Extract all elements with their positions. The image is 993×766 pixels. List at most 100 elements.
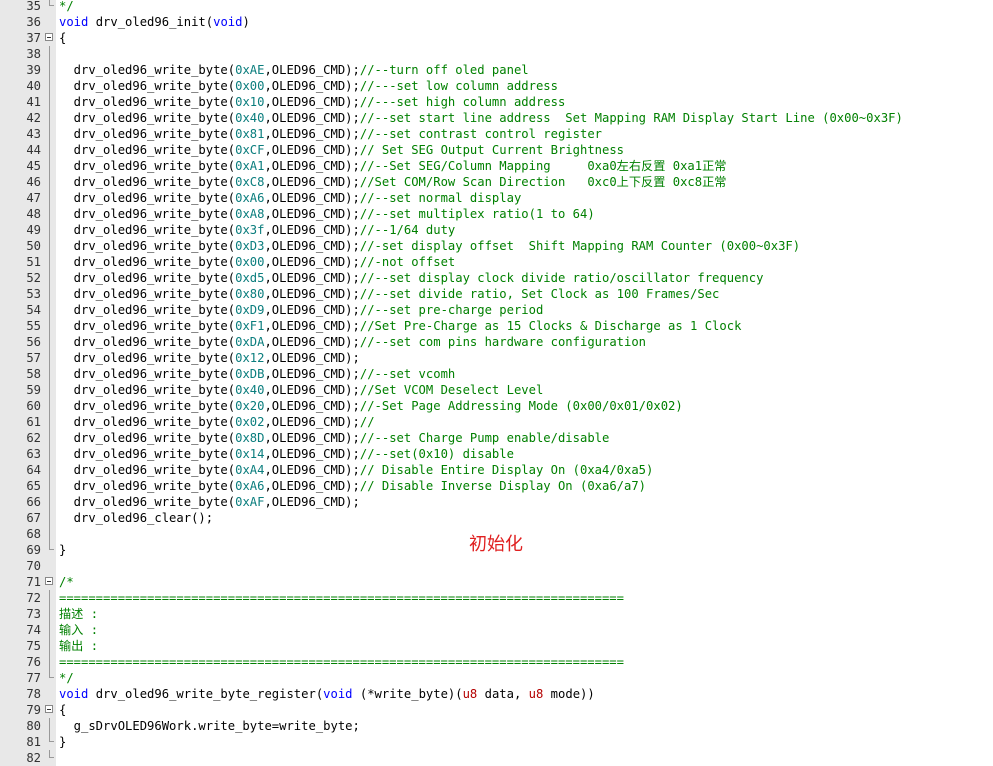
code-text[interactable]: drv_oled96_write_byte(0x00,OLED96_CMD);/… bbox=[59, 254, 456, 270]
code-line[interactable]: 58 drv_oled96_write_byte(0xDB,OLED96_CMD… bbox=[0, 366, 993, 382]
code-line[interactable]: 67 drv_oled96_clear(); bbox=[0, 510, 993, 526]
code-line[interactable]: 82 bbox=[0, 750, 993, 766]
code-line[interactable]: 81} bbox=[0, 734, 993, 750]
code-text[interactable]: drv_oled96_write_byte(0xA6,OLED96_CMD);/… bbox=[59, 190, 522, 206]
code-text[interactable]: void drv_oled96_write_byte_register(void… bbox=[59, 686, 595, 702]
code-text[interactable]: 输入 : bbox=[59, 622, 98, 638]
code-text[interactable]: drv_oled96_write_byte(0x20,OLED96_CMD);/… bbox=[59, 398, 683, 414]
code-line[interactable]: 40 drv_oled96_write_byte(0x00,OLED96_CMD… bbox=[0, 78, 993, 94]
code-line[interactable]: 36 void drv_oled96_init(void) bbox=[0, 14, 993, 30]
code-text[interactable]: drv_oled96_write_byte(0xA6,OLED96_CMD);/… bbox=[59, 478, 646, 494]
code-line[interactable]: 80 g_sDrvOLED96Work.write_byte=write_byt… bbox=[0, 718, 993, 734]
code-line[interactable]: 76 ======================================… bbox=[0, 654, 993, 670]
code-text[interactable]: /* bbox=[59, 574, 74, 590]
code-line[interactable]: 46 drv_oled96_write_byte(0xC8,OLED96_CMD… bbox=[0, 174, 993, 190]
code-text[interactable]: drv_oled96_write_byte(0x8D,OLED96_CMD);/… bbox=[59, 430, 610, 446]
code-text[interactable]: } bbox=[59, 734, 66, 750]
code-text[interactable]: drv_oled96_clear(); bbox=[59, 510, 213, 526]
code-text[interactable]: drv_oled96_write_byte(0xDA,OLED96_CMD);/… bbox=[59, 334, 646, 350]
code-text[interactable]: drv_oled96_write_byte(0x40,OLED96_CMD);/… bbox=[59, 382, 544, 398]
code-text[interactable]: drv_oled96_write_byte(0x02,OLED96_CMD);/… bbox=[59, 414, 375, 430]
code-text[interactable]: 输出 : bbox=[59, 638, 98, 654]
code-text[interactable]: drv_oled96_write_byte(0x40,OLED96_CMD);/… bbox=[59, 110, 903, 126]
code-text[interactable]: drv_oled96_write_byte(0xD3,OLED96_CMD);/… bbox=[59, 238, 800, 254]
code-line[interactable]: 74 输入 : bbox=[0, 622, 993, 638]
code-text[interactable]: drv_oled96_write_byte(0xF1,OLED96_CMD);/… bbox=[59, 318, 742, 334]
code-line[interactable]: 60 drv_oled96_write_byte(0x20,OLED96_CMD… bbox=[0, 398, 993, 414]
code-text[interactable]: */ bbox=[59, 670, 74, 686]
code-text[interactable]: { bbox=[59, 702, 66, 718]
code-token: 上下反置 bbox=[616, 175, 666, 189]
code-line[interactable]: 47 drv_oled96_write_byte(0xA6,OLED96_CMD… bbox=[0, 190, 993, 206]
code-text[interactable]: g_sDrvOLED96Work.write_byte=write_byte; bbox=[59, 718, 360, 734]
code-line[interactable]: 50 drv_oled96_write_byte(0xD3,OLED96_CMD… bbox=[0, 238, 993, 254]
code-line[interactable]: 77 */ bbox=[0, 670, 993, 686]
code-text[interactable]: drv_oled96_write_byte(0xC8,OLED96_CMD);/… bbox=[59, 174, 727, 190]
line-gutter: 52 bbox=[0, 270, 56, 286]
code-text[interactable]: drv_oled96_write_byte(0x10,OLED96_CMD);/… bbox=[59, 94, 566, 110]
code-line[interactable]: 55 drv_oled96_write_byte(0xF1,OLED96_CMD… bbox=[0, 318, 993, 334]
code-line[interactable]: 71 /* bbox=[0, 574, 993, 590]
code-line[interactable]: 57 drv_oled96_write_byte(0x12,OLED96_CMD… bbox=[0, 350, 993, 366]
code-text[interactable]: drv_oled96_write_byte(0x3f,OLED96_CMD);/… bbox=[59, 222, 456, 238]
code-token: ,OLED96_CMD); bbox=[264, 415, 360, 429]
code-line[interactable]: 38 bbox=[0, 46, 993, 62]
code-line[interactable]: 41 drv_oled96_write_byte(0x10,OLED96_CMD… bbox=[0, 94, 993, 110]
code-text[interactable]: drv_oled96_write_byte(0xD9,OLED96_CMD);/… bbox=[59, 302, 544, 318]
code-text[interactable]: drv_oled96_write_byte(0xAE,OLED96_CMD);/… bbox=[59, 62, 529, 78]
code-text[interactable]: drv_oled96_write_byte(0x00,OLED96_CMD);/… bbox=[59, 78, 558, 94]
code-text[interactable]: drv_oled96_write_byte(0xA1,OLED96_CMD);/… bbox=[59, 158, 727, 174]
code-text[interactable]: */ bbox=[59, 0, 74, 14]
code-text[interactable]: ========================================… bbox=[59, 654, 624, 670]
code-line[interactable]: 44 drv_oled96_write_byte(0xCF,OLED96_CMD… bbox=[0, 142, 993, 158]
code-line[interactable]: 63 drv_oled96_write_byte(0x14,OLED96_CMD… bbox=[0, 446, 993, 462]
fold-toggle-icon[interactable] bbox=[45, 705, 53, 713]
code-text[interactable]: drv_oled96_write_byte(0x12,OLED96_CMD); bbox=[59, 350, 360, 366]
code-line[interactable]: 39 drv_oled96_write_byte(0xAE,OLED96_CMD… bbox=[0, 62, 993, 78]
code-line[interactable]: 37 { bbox=[0, 30, 993, 46]
code-text[interactable]: drv_oled96_write_byte(0xd5,OLED96_CMD);/… bbox=[59, 270, 764, 286]
code-line[interactable]: 65 drv_oled96_write_byte(0xA6,OLED96_CMD… bbox=[0, 478, 993, 494]
code-line[interactable]: 56 drv_oled96_write_byte(0xDA,OLED96_CMD… bbox=[0, 334, 993, 350]
code-token: // Set SEG Output Current Brightness bbox=[359, 143, 625, 157]
code-line[interactable]: 64 drv_oled96_write_byte(0xA4,OLED96_CMD… bbox=[0, 462, 993, 478]
code-text[interactable]: { bbox=[59, 30, 66, 46]
code-text[interactable]: drv_oled96_write_byte(0xCF,OLED96_CMD);/… bbox=[59, 142, 624, 158]
fold-toggle-icon[interactable] bbox=[45, 33, 53, 41]
line-gutter: 63 bbox=[0, 446, 56, 462]
code-text[interactable]: } bbox=[59, 542, 66, 558]
code-line[interactable]: 72 ======================================… bbox=[0, 590, 993, 606]
code-line[interactable]: 61 drv_oled96_write_byte(0x02,OLED96_CMD… bbox=[0, 414, 993, 430]
code-line[interactable]: 54 drv_oled96_write_byte(0xD9,OLED96_CMD… bbox=[0, 302, 993, 318]
code-line[interactable]: 35 */ bbox=[0, 0, 993, 14]
code-line[interactable]: 43 drv_oled96_write_byte(0x81,OLED96_CMD… bbox=[0, 126, 993, 142]
code-text[interactable]: drv_oled96_write_byte(0xAF,OLED96_CMD); bbox=[59, 494, 360, 510]
code-line[interactable]: 53 drv_oled96_write_byte(0x80,OLED96_CMD… bbox=[0, 286, 993, 302]
code-editor[interactable]: 35 */ 36 void drv_oled96_init(void) 37 {38 39 … bbox=[0, 0, 993, 766]
code-line[interactable]: 78 void drv_oled96_write_byte_register(vo… bbox=[0, 686, 993, 702]
code-line[interactable]: 52 drv_oled96_write_byte(0xd5,OLED96_CMD… bbox=[0, 270, 993, 286]
code-line[interactable]: 45 drv_oled96_write_byte(0xA1,OLED96_CMD… bbox=[0, 158, 993, 174]
code-line[interactable]: 70 bbox=[0, 558, 993, 574]
code-text[interactable]: drv_oled96_write_byte(0xA4,OLED96_CMD);/… bbox=[59, 462, 654, 478]
code-text[interactable]: 描述 : bbox=[59, 606, 98, 622]
code-line[interactable]: 51 drv_oled96_write_byte(0x00,OLED96_CMD… bbox=[0, 254, 993, 270]
code-line[interactable]: 73 描述 : bbox=[0, 606, 993, 622]
code-text[interactable]: drv_oled96_write_byte(0x80,OLED96_CMD);/… bbox=[59, 286, 720, 302]
code-line[interactable]: 66 drv_oled96_write_byte(0xAF,OLED96_CMD… bbox=[0, 494, 993, 510]
code-text[interactable]: void drv_oled96_init(void) bbox=[59, 14, 250, 30]
code-line[interactable]: 59 drv_oled96_write_byte(0x40,OLED96_CMD… bbox=[0, 382, 993, 398]
code-text[interactable]: ========================================… bbox=[59, 590, 624, 606]
code-line[interactable]: 48 drv_oled96_write_byte(0xA8,OLED96_CMD… bbox=[0, 206, 993, 222]
code-line[interactable]: 62 drv_oled96_write_byte(0x8D,OLED96_CMD… bbox=[0, 430, 993, 446]
code-line[interactable]: 79 { bbox=[0, 702, 993, 718]
code-line[interactable]: 42 drv_oled96_write_byte(0x40,OLED96_CMD… bbox=[0, 110, 993, 126]
code-text[interactable]: drv_oled96_write_byte(0xDB,OLED96_CMD);/… bbox=[59, 366, 456, 382]
fold-toggle-icon[interactable] bbox=[45, 577, 53, 585]
line-gutter: 36 bbox=[0, 14, 56, 30]
code-line[interactable]: 75 输出 : bbox=[0, 638, 993, 654]
code-text[interactable]: drv_oled96_write_byte(0x14,OLED96_CMD);/… bbox=[59, 446, 514, 462]
code-text[interactable]: drv_oled96_write_byte(0xA8,OLED96_CMD);/… bbox=[59, 206, 595, 222]
code-line[interactable]: 49 drv_oled96_write_byte(0x3f,OLED96_CMD… bbox=[0, 222, 993, 238]
code-text[interactable]: drv_oled96_write_byte(0x81,OLED96_CMD);/… bbox=[59, 126, 602, 142]
